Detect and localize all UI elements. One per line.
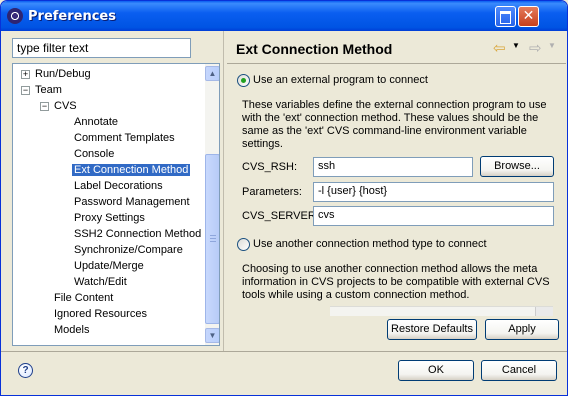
- tree-item-update-merge[interactable]: Update/Merge: [74, 258, 144, 274]
- forward-dropdown-icon: ▼: [548, 41, 556, 50]
- tree-item-synchronize-compare[interactable]: Synchronize/Compare: [74, 242, 183, 258]
- radio-other-label[interactable]: Use another connection method type to co…: [253, 238, 487, 250]
- tree-item-ext-connection-method[interactable]: Ext Connection Method: [72, 162, 191, 178]
- title-bar[interactable]: Preferences ✕: [1, 1, 567, 31]
- tree-item-file-content[interactable]: File Content: [54, 290, 113, 306]
- tree-item-proxy-settings[interactable]: Proxy Settings: [74, 210, 145, 226]
- tree-item-label: Proxy Settings: [74, 212, 145, 224]
- cancel-button[interactable]: Cancel: [481, 360, 557, 381]
- close-icon: ✕: [522, 8, 535, 24]
- tree-item-label: SSH2 Connection Method: [74, 228, 202, 240]
- tree-item-comment-templates[interactable]: Comment Templates: [74, 130, 175, 146]
- preferences-window: Preferences ✕ type filter text + Run/Deb…: [0, 0, 568, 396]
- tree-item-label: Ignored Resources: [54, 308, 147, 320]
- tree-item-label: Annotate: [74, 116, 119, 128]
- radio-other-method[interactable]: [237, 238, 250, 251]
- ok-button[interactable]: OK: [398, 360, 474, 381]
- pane-splitter[interactable]: [223, 31, 224, 351]
- tree-item-label: Update/Merge: [74, 260, 144, 272]
- content-horizontal-scrollbar[interactable]: [330, 306, 553, 316]
- page-title: Ext Connection Method: [236, 41, 393, 57]
- eclipse-icon: [7, 8, 23, 24]
- tree-item-label: Models: [54, 324, 90, 336]
- tree-item-label: CVS: [54, 100, 77, 112]
- preferences-tree: + Run/Debug − Team − CVS Annotate Commen…: [12, 63, 220, 346]
- tree-item-ssh2-connection-method[interactable]: SSH2 Connection Method: [74, 226, 201, 242]
- cvs-server-field[interactable]: cvs: [313, 206, 554, 226]
- tree-item-models[interactable]: Models: [54, 322, 89, 338]
- window-title: Preferences: [28, 9, 116, 24]
- tree-item-label: Comment Templates: [74, 132, 175, 144]
- tree-item-label: Team: [35, 84, 62, 96]
- tree-scrollbar[interactable]: ▲ ▼: [205, 64, 219, 345]
- parameters-label: Parameters:: [242, 186, 302, 198]
- other-description: Choosing to use another connection metho…: [242, 263, 550, 301]
- cvs-rsh-field[interactable]: ssh: [313, 157, 473, 177]
- back-dropdown-icon[interactable]: ▼: [512, 41, 520, 50]
- browse-button[interactable]: Browse...: [480, 156, 554, 177]
- collapse-icon[interactable]: −: [21, 86, 30, 95]
- tree-item-label: Ext Connection Method: [72, 164, 191, 176]
- external-description: These variables define the external conn…: [242, 99, 547, 150]
- radio-external-label[interactable]: Use an external program to connect: [253, 74, 428, 86]
- tree-item-annotate[interactable]: Annotate: [74, 114, 118, 130]
- tree-item-label: File Content: [54, 292, 114, 304]
- radio-external-program[interactable]: [237, 74, 250, 87]
- tree-item-label: Run/Debug: [35, 68, 91, 80]
- tree-item-label: Password Management: [74, 196, 190, 208]
- filter-input[interactable]: type filter text: [12, 38, 191, 58]
- tree-item-console[interactable]: Console: [74, 146, 114, 162]
- tree-item-ignored-resources[interactable]: Ignored Resources: [54, 306, 147, 322]
- tree-item-label: Console: [74, 148, 115, 160]
- grip-icon: [210, 235, 216, 242]
- header-divider: [227, 63, 566, 64]
- tree-item-label: Label Decorations: [74, 180, 163, 192]
- scroll-down-icon[interactable]: ▼: [205, 328, 219, 343]
- back-arrow-icon[interactable]: ⇦: [493, 39, 506, 57]
- dialog-divider: [1, 351, 567, 352]
- maximize-icon: [496, 7, 515, 26]
- collapse-icon[interactable]: −: [40, 102, 49, 111]
- scroll-up-icon[interactable]: ▲: [205, 66, 219, 81]
- help-icon[interactable]: ?: [18, 363, 33, 378]
- tree-item-password-management[interactable]: Password Management: [74, 194, 190, 210]
- scroll-thumb[interactable]: [205, 154, 219, 324]
- page-header: Ext Connection Method ⇦ ▼ ⇨ ▼: [227, 31, 566, 63]
- forward-arrow-icon: ⇨: [529, 40, 542, 57]
- close-button[interactable]: ✕: [518, 6, 539, 27]
- tree-item-label: Synchronize/Compare: [74, 244, 183, 256]
- tree-item-watch-edit[interactable]: Watch/Edit: [74, 274, 127, 290]
- expand-icon[interactable]: +: [21, 70, 30, 79]
- cvs-rsh-label: CVS_RSH:: [242, 161, 298, 173]
- maximize-button[interactable]: [495, 6, 516, 27]
- apply-button[interactable]: Apply: [485, 319, 559, 340]
- parameters-field[interactable]: -l {user} {host}: [313, 182, 554, 202]
- cvs-server-label: CVS_SERVER:: [242, 210, 319, 222]
- tree-item-label: Watch/Edit: [74, 276, 127, 288]
- tree-item-label-decorations[interactable]: Label Decorations: [74, 178, 163, 194]
- restore-defaults-button[interactable]: Restore Defaults: [387, 319, 477, 340]
